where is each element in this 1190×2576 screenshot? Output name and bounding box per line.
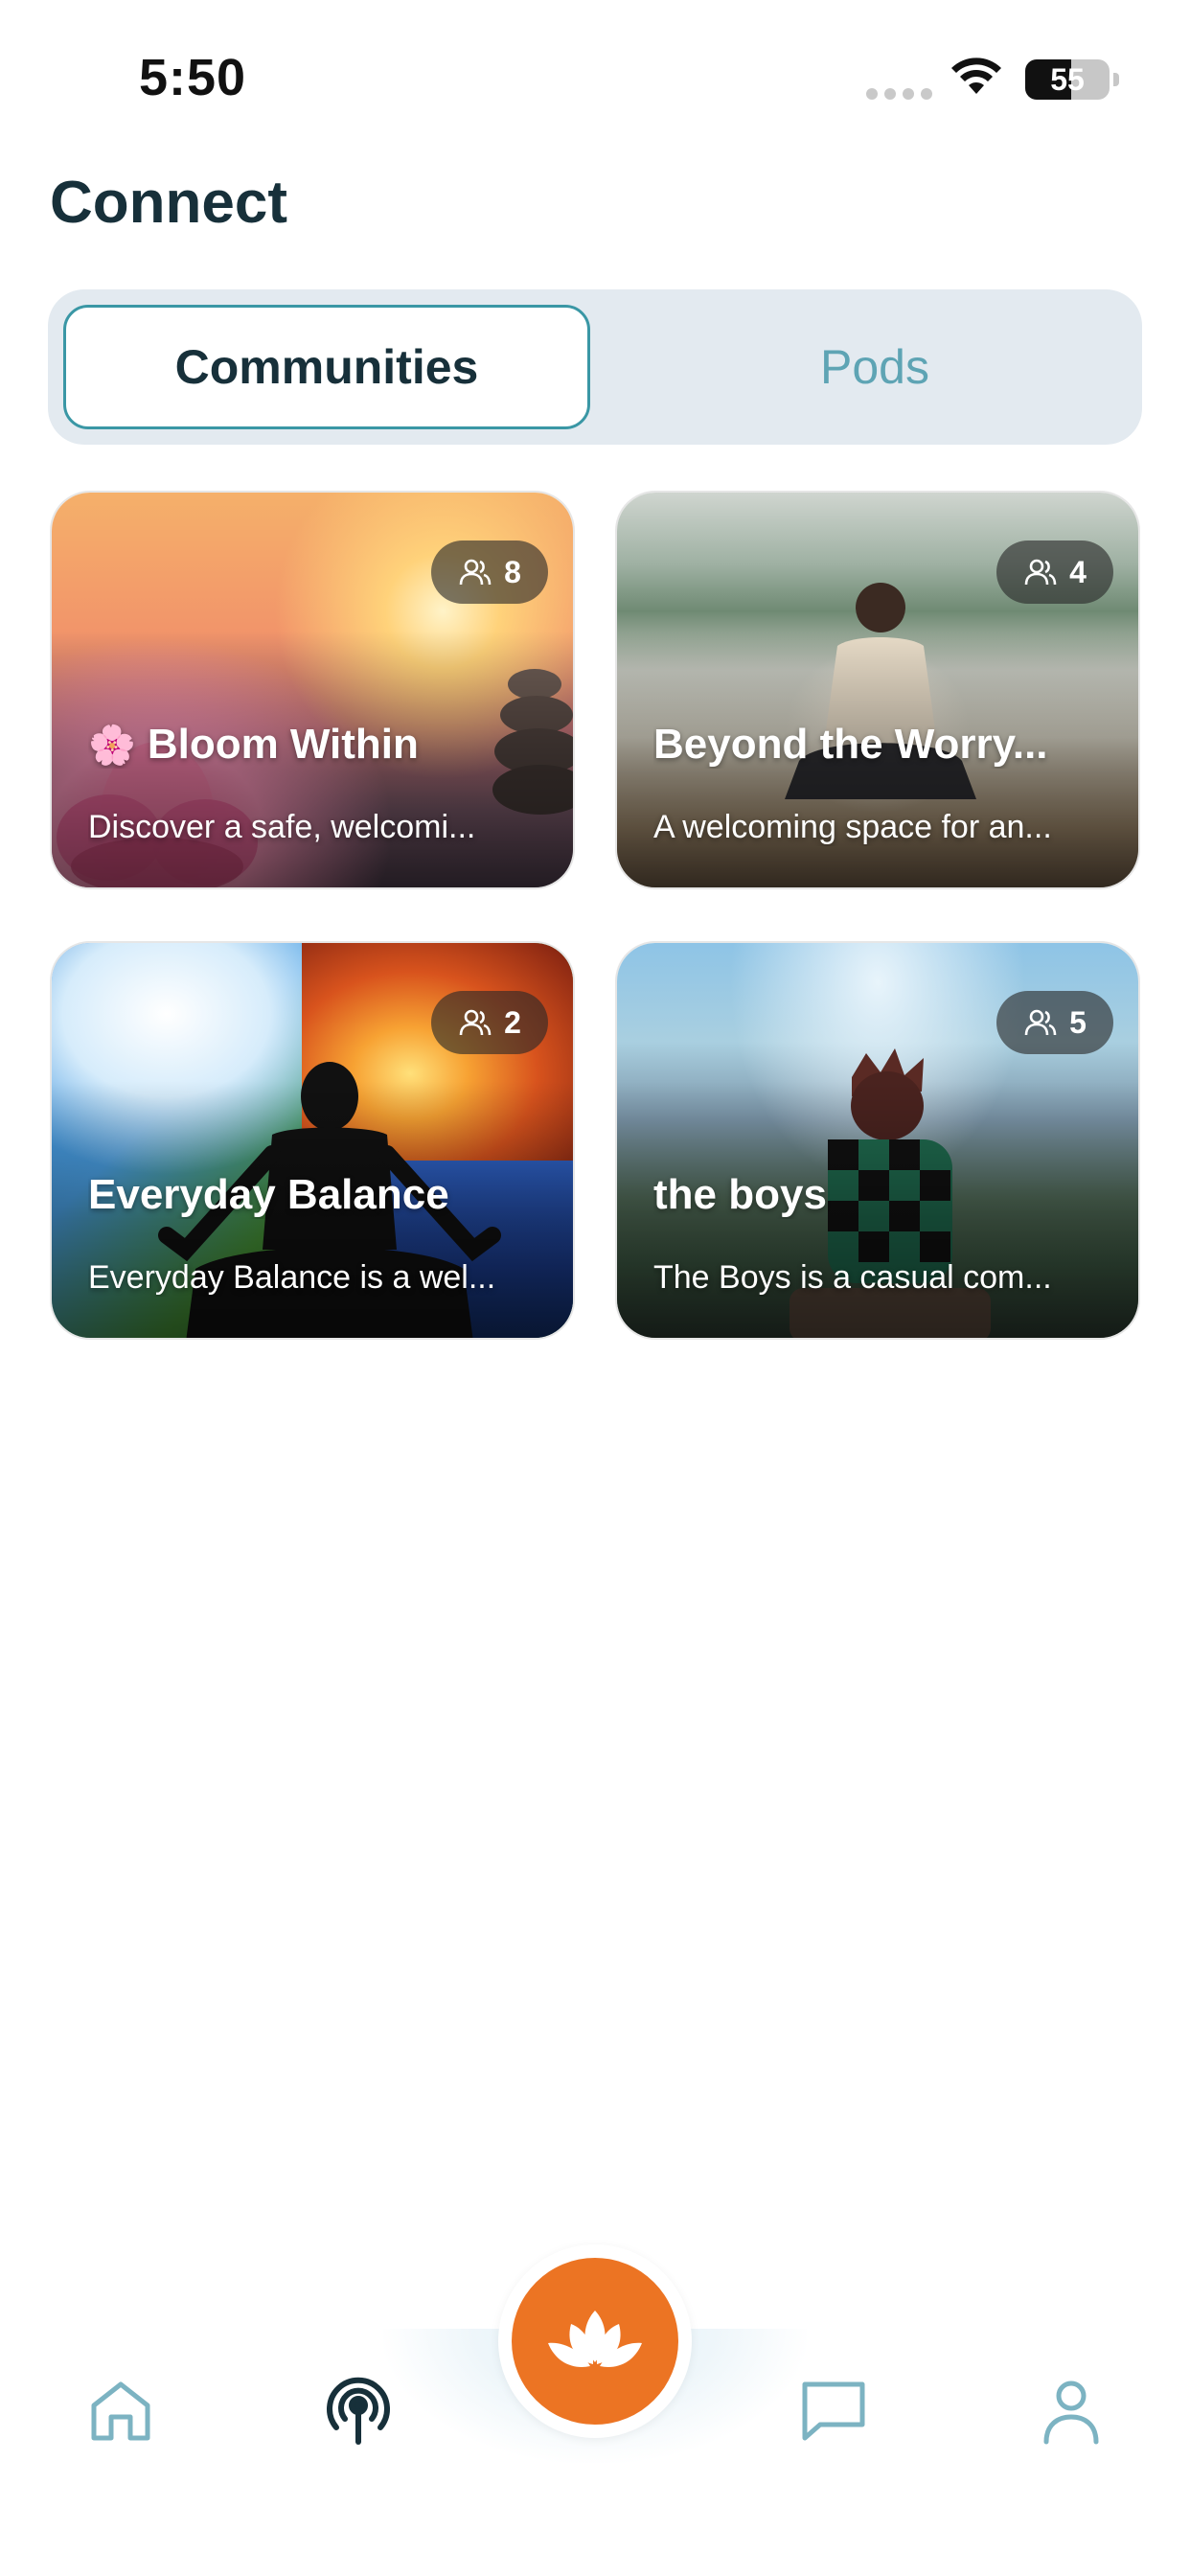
community-card-beyond-the-worry[interactable]: 4 Beyond the Worry... A welcoming space … — [615, 491, 1140, 889]
lotus-button[interactable] — [512, 2258, 678, 2425]
battery-level: 55 — [1050, 62, 1085, 97]
community-description: Everyday Balance is a wel... — [88, 1259, 496, 1296]
community-title: the boys — [653, 1171, 1110, 1219]
member-count-badge: 5 — [996, 991, 1113, 1054]
nav-chat[interactable] — [795, 2373, 872, 2450]
community-card-the-boys[interactable]: 5 the boys The Boys is a casual com... — [615, 941, 1140, 1340]
members-icon — [459, 1009, 492, 1036]
community-description: Discover a safe, welcomi... — [88, 809, 476, 845]
community-title-text: the boys — [653, 1171, 827, 1218]
member-count: 5 — [1069, 1004, 1087, 1040]
chat-icon — [802, 2381, 865, 2441]
nav-profile[interactable] — [1033, 2373, 1110, 2450]
community-title-text: Beyond the Worry... — [653, 721, 1048, 768]
segmented-control: Communities Pods — [48, 289, 1142, 445]
member-count-badge: 2 — [431, 991, 548, 1054]
member-count: 4 — [1069, 554, 1087, 589]
podcast-icon — [327, 2377, 390, 2445]
member-count-badge: 8 — [431, 540, 548, 604]
lotus-icon — [548, 2311, 642, 2367]
nav-home[interactable] — [82, 2373, 159, 2450]
member-count: 8 — [504, 554, 521, 589]
community-description: The Boys is a casual com... — [653, 1259, 1052, 1296]
status-bar: 5:50 55 — [0, 0, 1190, 144]
members-icon — [1024, 559, 1057, 586]
cellular-signal-icon — [866, 88, 932, 100]
status-time: 5:50 — [139, 49, 247, 106]
community-card-everyday-balance[interactable]: 2 Everyday Balance Everyday Balance is a… — [50, 941, 575, 1340]
battery-tip — [1113, 73, 1119, 86]
community-title: Beyond the Worry... — [653, 721, 1110, 769]
community-card-bloom-within[interactable]: 8 🌸 Bloom Within Discover a safe, welcom… — [50, 491, 575, 889]
home-icon — [91, 2381, 150, 2441]
community-title: 🌸 Bloom Within — [88, 721, 544, 769]
community-description: A welcoming space for an... — [653, 809, 1052, 845]
tab-pods[interactable]: Pods — [623, 305, 1127, 429]
battery-icon: 55 — [1025, 59, 1110, 100]
cherry-blossom-emoji: 🌸 — [88, 724, 136, 767]
member-count: 2 — [504, 1004, 521, 1040]
community-title-text: Everyday Balance — [88, 1171, 449, 1218]
page-title: Connect — [50, 170, 287, 236]
members-icon — [459, 559, 492, 586]
nav-pods[interactable] — [320, 2373, 397, 2450]
members-icon — [1024, 1009, 1057, 1036]
tab-communities[interactable]: Communities — [63, 305, 590, 429]
member-count-badge: 4 — [996, 540, 1113, 604]
wifi-icon — [951, 58, 1001, 94]
profile-icon — [1043, 2380, 1099, 2445]
community-title: Everyday Balance — [88, 1171, 544, 1219]
community-title-text: Bloom Within — [147, 721, 419, 768]
